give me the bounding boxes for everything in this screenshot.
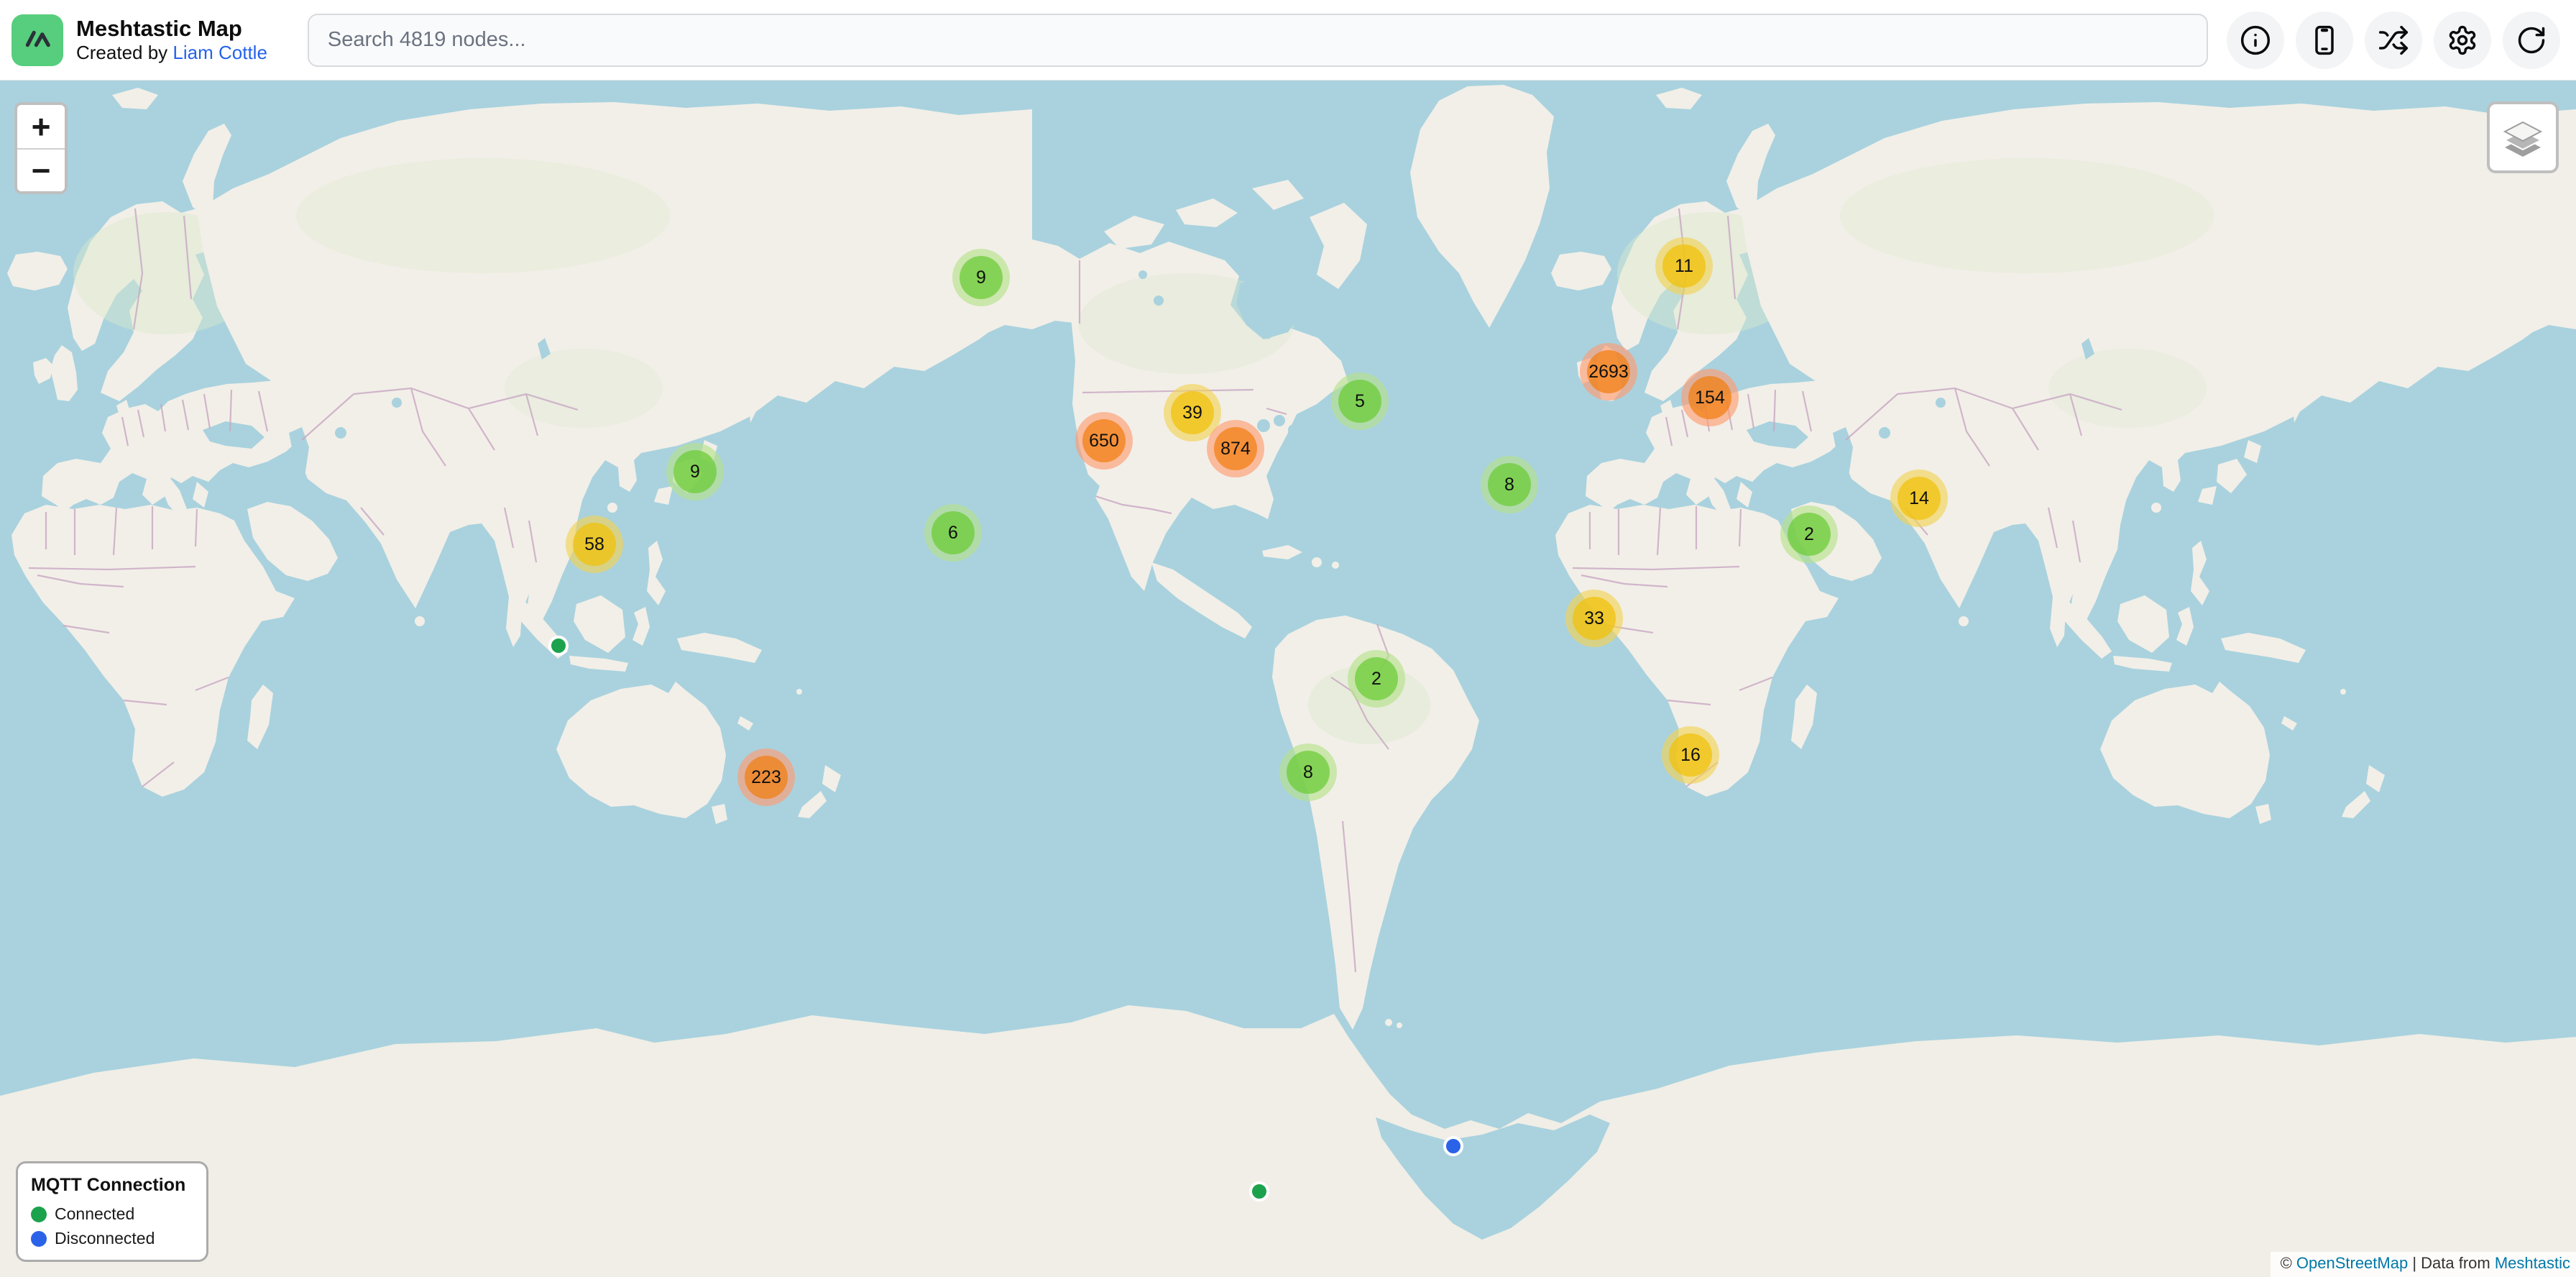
search-input[interactable] [308, 14, 2208, 67]
cluster-count: 58 [584, 534, 604, 555]
header-actions [2227, 12, 2560, 69]
refresh-button[interactable] [2503, 12, 2560, 69]
title-block: Meshtastic Map Created by Liam Cottle [76, 16, 267, 64]
attribution-copyright: © [2281, 1254, 2296, 1272]
map-zoom-control: + − [14, 102, 68, 194]
app-logo-link[interactable] [12, 14, 63, 66]
cluster-marker[interactable]: 154 [1681, 369, 1739, 426]
shuffle-icon [2378, 24, 2409, 56]
layers-control[interactable] [2487, 101, 2559, 173]
legend-label: Disconnected [55, 1229, 155, 1248]
cluster-count: 16 [1680, 745, 1701, 766]
cluster-marker[interactable]: 5 [1331, 372, 1389, 430]
cluster-marker[interactable]: 14 [1890, 470, 1948, 527]
legend-item: Disconnected [31, 1229, 193, 1248]
page-title: Meshtastic Map [76, 16, 267, 42]
legend-items: Connected Disconnected [31, 1204, 193, 1248]
openstreetmap-link[interactable]: OpenStreetMap [2296, 1254, 2408, 1272]
app-header: Meshtastic Map Created by Liam Cottle [0, 0, 2576, 81]
cluster-count: 2 [1371, 669, 1381, 690]
legend-swatch [31, 1207, 47, 1222]
layers-icon [2503, 114, 2543, 162]
gear-icon [2447, 24, 2478, 56]
cluster-count: 6 [948, 523, 958, 544]
cluster-marker[interactable]: 650 [1075, 412, 1133, 470]
legend-label: Connected [55, 1204, 134, 1224]
cluster-count: 8 [1303, 762, 1313, 783]
cluster-count: 2 [1804, 524, 1814, 545]
cluster-count: 5 [1355, 391, 1365, 412]
cluster-marker[interactable]: 11 [1655, 237, 1713, 295]
marker-layer: 9 11 2693 154 39 5 650 874 9 8 14 2 6 58 33 2 8 16 223 [0, 0, 2576, 1277]
cluster-count: 9 [690, 462, 700, 482]
info-icon [2240, 24, 2271, 56]
cluster-count: 223 [751, 767, 781, 788]
meshtastic-logo-icon [20, 21, 55, 59]
cluster-count: 39 [1182, 403, 1202, 424]
mqtt-connection-legend: MQTT Connection Connected Disconnected [16, 1161, 208, 1262]
map-attribution: © OpenStreetMap | Data from Meshtastic [2271, 1252, 2576, 1277]
legend-swatch [31, 1231, 47, 1247]
search-wrap [308, 14, 2208, 67]
byline: Created by Liam Cottle [76, 42, 267, 64]
attribution-separator: | Data from [2408, 1254, 2495, 1272]
cluster-count: 11 [1675, 256, 1693, 277]
cluster-marker[interactable]: 16 [1662, 726, 1719, 784]
cluster-marker[interactable]: 2693 [1580, 343, 1637, 401]
byline-prefix: Created by [76, 42, 172, 63]
info-button[interactable] [2227, 12, 2284, 69]
cluster-count: 8 [1504, 475, 1514, 495]
cluster-marker[interactable]: 8 [1279, 743, 1337, 801]
legend-item: Connected [31, 1204, 193, 1224]
world-map[interactable]: 9 11 2693 154 39 5 650 874 9 8 14 2 6 58 33 2 8 16 223 + −… [0, 0, 2576, 1277]
cluster-count: 2693 [1588, 362, 1629, 383]
cluster-marker[interactable]: 6 [924, 504, 982, 562]
cluster-count: 650 [1089, 431, 1119, 452]
author-link[interactable]: Liam Cottle [172, 42, 267, 63]
zoom-in-button[interactable]: + [17, 105, 65, 148]
cluster-count: 9 [976, 267, 986, 288]
cluster-marker[interactable]: 33 [1565, 590, 1623, 647]
zoom-out-button[interactable]: − [17, 148, 65, 191]
cluster-marker[interactable]: 2 [1348, 650, 1405, 708]
legend-title: MQTT Connection [31, 1175, 193, 1196]
cluster-marker[interactable]: 874 [1207, 420, 1264, 477]
cluster-marker[interactable]: 2 [1780, 505, 1838, 563]
node-marker-connected[interactable] [1249, 1181, 1269, 1202]
cluster-count: 154 [1695, 388, 1725, 408]
cluster-count: 874 [1220, 439, 1251, 459]
cluster-count: 33 [1584, 608, 1604, 629]
cluster-marker[interactable]: 223 [737, 749, 795, 806]
node-marker-disconnected[interactable] [1443, 1136, 1463, 1156]
cluster-count: 14 [1909, 488, 1929, 509]
cluster-marker[interactable]: 9 [666, 443, 724, 500]
random-node-button[interactable] [2365, 12, 2422, 69]
node-marker-connected[interactable] [548, 636, 569, 656]
mobile-app-button[interactable] [2296, 12, 2353, 69]
cluster-marker[interactable]: 58 [566, 516, 623, 573]
settings-button[interactable] [2434, 12, 2491, 69]
cluster-marker[interactable]: 8 [1481, 456, 1538, 513]
cluster-marker[interactable]: 9 [952, 249, 1010, 306]
smartphone-icon [2309, 24, 2340, 56]
refresh-icon [2516, 24, 2547, 56]
meshtastic-link[interactable]: Meshtastic [2495, 1254, 2570, 1272]
